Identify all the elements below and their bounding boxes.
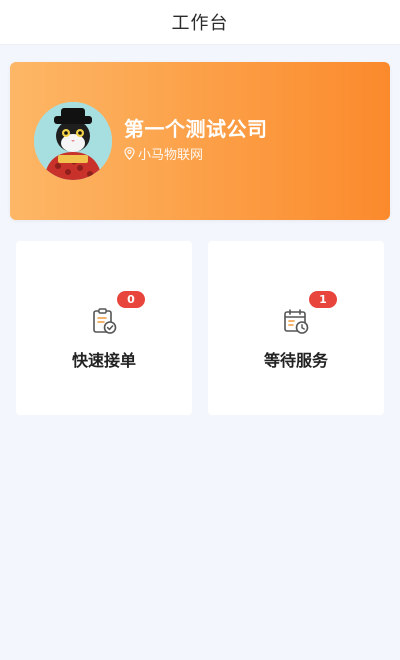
cat-avatar-icon (34, 102, 112, 180)
company-location: 小马物联网 (124, 144, 268, 163)
page-title: 工作台 (171, 13, 229, 34)
awaiting-service-label: 等待服务 (263, 351, 328, 370)
company-name: 第一个测试公司 (124, 117, 268, 141)
clipboard-check-icon (93, 308, 117, 334)
company-avatar[interactable] (34, 102, 112, 180)
awaiting-service-badge: 1 (309, 291, 337, 308)
quick-order-label: 快速接单 (71, 351, 136, 370)
quick-order-badge: 0 (117, 291, 145, 308)
quick-order-tile[interactable]: 0 快速接单 (16, 241, 192, 415)
location-pin-icon (124, 147, 135, 160)
calendar-clock-icon (284, 309, 309, 334)
workbench-screen: 工作台 第一个测试公司 小马物联网 0 快速接单 1 等待服务 (0, 0, 400, 660)
company-info: 第一个测试公司 小马物联网 (124, 116, 268, 163)
top-navbar: 工作台 (0, 0, 400, 45)
company-card[interactable]: 第一个测试公司 小马物联网 (10, 62, 390, 220)
company-location-label: 小马物联网 (138, 148, 204, 163)
awaiting-service-tile[interactable]: 1 等待服务 (208, 241, 384, 415)
